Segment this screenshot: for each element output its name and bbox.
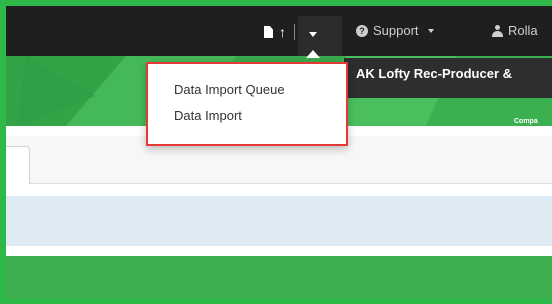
user-icon	[492, 24, 503, 37]
support-menu[interactable]: ? Support	[356, 23, 434, 38]
caret-down-icon	[309, 32, 317, 37]
support-caret-icon	[427, 28, 434, 33]
menu-item-data-import[interactable]: Data Import	[174, 108, 242, 123]
user-label: Rolla	[508, 23, 538, 38]
question-circle-icon: ?	[356, 24, 368, 37]
company-name-label: AK Lofty Rec-Producer &	[356, 66, 513, 81]
nav-icon-group: ↑	[264, 24, 295, 40]
import-dropdown-toggle[interactable]	[298, 16, 342, 56]
import-dropdown-menu: Data Import Queue Data Import	[146, 62, 348, 146]
top-navbar: ↑ ? Support Rolla	[6, 6, 552, 56]
bottom-green-bar	[6, 256, 552, 298]
dropdown-arrow	[306, 50, 320, 58]
app-frame: ↑ ? Support Rolla AK Lofty Rec-Producer …	[6, 6, 552, 298]
document-icon[interactable]	[264, 26, 273, 38]
company-name-tooltip: AK Lofty Rec-Producer &	[344, 58, 552, 98]
nav-divider	[294, 24, 295, 40]
menu-item-data-import-queue[interactable]: Data Import Queue	[174, 82, 285, 97]
tab-item[interactable]	[6, 146, 30, 184]
upload-arrow-icon[interactable]: ↑	[279, 25, 286, 39]
banner-company-text: Compa	[514, 118, 538, 125]
support-label: Support	[373, 23, 419, 38]
info-row	[6, 196, 552, 246]
user-menu[interactable]: Rolla	[492, 23, 538, 38]
